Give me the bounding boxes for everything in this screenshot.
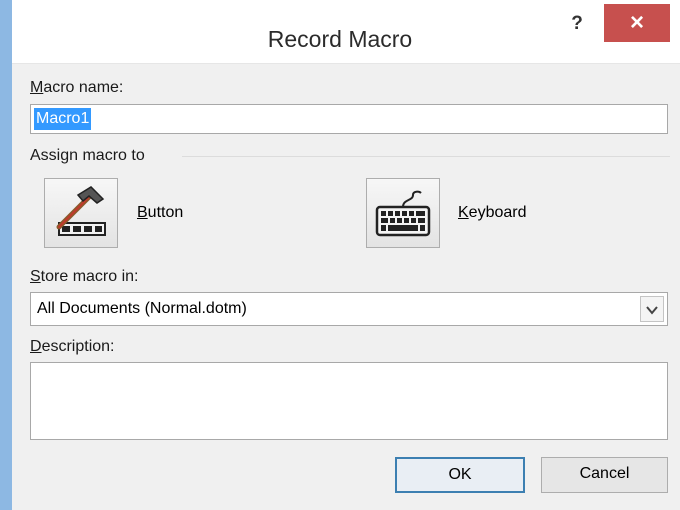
hammer-toolbar-icon <box>56 186 106 236</box>
cancel-button[interactable]: Cancel <box>541 457 668 493</box>
chevron-down-icon[interactable] <box>640 296 664 322</box>
store-macro-value: All Documents (Normal.dotm) <box>37 300 247 317</box>
assign-keyboard-button[interactable] <box>366 178 440 248</box>
keyboard-icon <box>375 190 431 237</box>
description-label: Description: <box>30 338 115 355</box>
close-button[interactable]: × <box>604 4 670 42</box>
window-edge <box>0 0 12 510</box>
store-macro-select[interactable]: All Documents (Normal.dotm) <box>30 292 668 326</box>
assign-macro-label: Assign macro to <box>30 147 145 164</box>
store-macro-label: Store macro in: <box>30 268 139 285</box>
assign-button-button[interactable] <box>44 178 118 248</box>
description-field[interactable] <box>30 362 668 440</box>
macro-name-value: Macro1 <box>34 108 92 130</box>
record-macro-dialog: Record Macro ? × Macro name: Macro1 Assi… <box>0 0 680 510</box>
help-button[interactable]: ? <box>558 10 596 40</box>
macro-name-input[interactable]: Macro1 <box>30 104 668 134</box>
button-caption: Button <box>137 204 184 221</box>
keyboard-caption: Keyboard <box>458 204 527 221</box>
ok-button[interactable]: OK <box>395 457 525 493</box>
macro-name-label: Macro name: <box>30 79 124 96</box>
group-divider <box>182 156 670 157</box>
